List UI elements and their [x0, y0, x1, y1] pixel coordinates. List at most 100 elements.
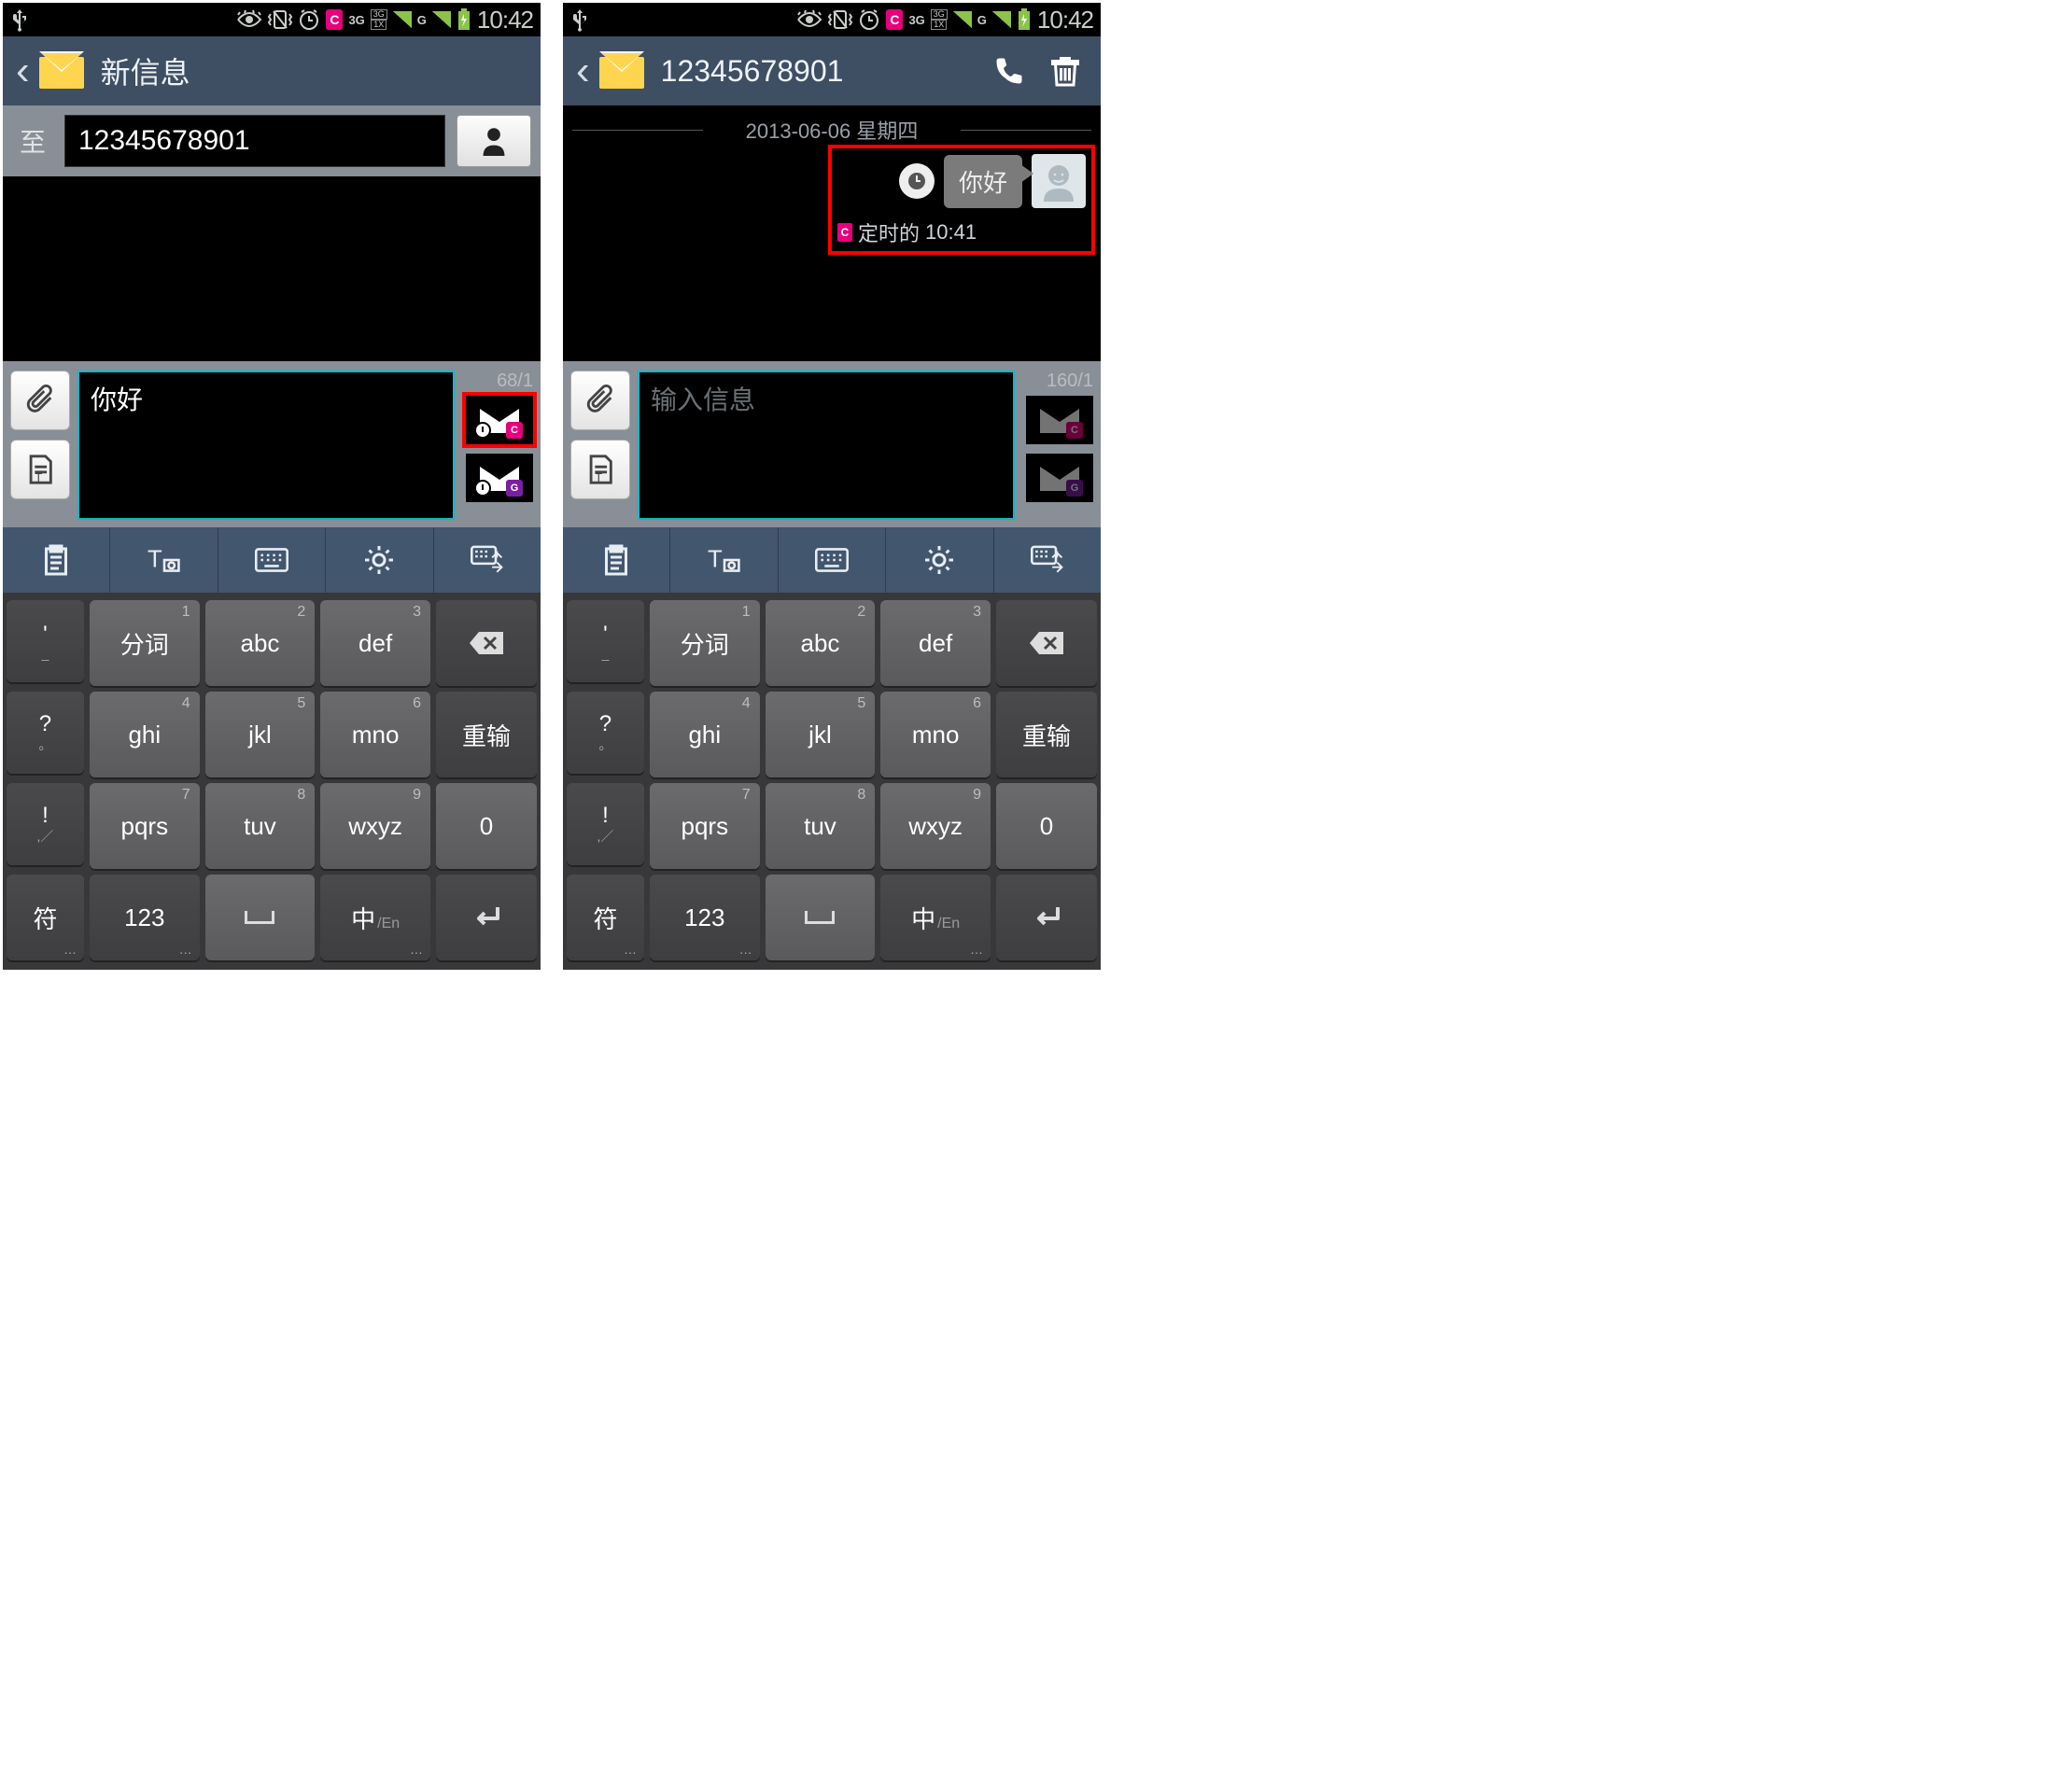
recipient-input[interactable]: 12345678901 — [64, 115, 445, 167]
delete-button[interactable] — [1037, 48, 1093, 94]
template-button[interactable]: T — [570, 440, 630, 499]
key-space[interactable] — [205, 875, 316, 960]
key-2[interactable]: 2abc — [205, 600, 316, 686]
attach-button[interactable] — [570, 371, 630, 430]
network-g-indicator: G — [417, 15, 427, 25]
key-question[interactable]: ?。 — [7, 692, 84, 774]
key-lang[interactable]: 中/En… — [880, 875, 991, 960]
network-3g-indicator: 3G — [908, 15, 924, 25]
send-sim-g-button[interactable]: G — [1026, 454, 1093, 502]
usb-icon — [10, 7, 29, 32]
compose-bar: T 你好 68/1 C G — [3, 361, 541, 527]
key-apostrophe[interactable]: '_ — [7, 600, 84, 682]
compose-input[interactable]: 你好 — [77, 371, 455, 520]
status-bar: C 3G 3G1X G 10:42 — [563, 3, 1101, 36]
date-separator: 2013-06-06 星期四 — [563, 115, 1101, 145]
char-counter: 160/1 — [1047, 371, 1093, 392]
keyboard-toolbar: T — [563, 527, 1101, 593]
key-9[interactable]: 9wxyz — [320, 783, 430, 869]
key-symbol[interactable]: 符… — [567, 875, 644, 960]
key-retype[interactable]: 重输 — [436, 692, 537, 777]
key-6[interactable]: 6mno — [880, 692, 991, 777]
key-4[interactable]: 4ghi — [90, 692, 200, 777]
key-0[interactable]: 0 — [996, 783, 1097, 869]
back-button[interactable]: ‹ — [570, 48, 596, 94]
battery-icon — [457, 8, 471, 31]
key-3[interactable]: 3def — [320, 600, 430, 686]
compose-input[interactable]: 输入信息 — [638, 371, 1015, 520]
key-backspace[interactable] — [436, 600, 537, 686]
kb-keyboard-button[interactable] — [779, 527, 886, 593]
kb-move-button[interactable] — [994, 527, 1101, 593]
send-sim-g-button[interactable]: G — [466, 454, 533, 502]
recipient-label: 至 — [12, 122, 53, 160]
kb-text-camera-button[interactable]: T — [670, 527, 778, 593]
key-2[interactable]: 2abc — [766, 600, 876, 686]
key-retype[interactable]: 重输 — [996, 692, 1097, 777]
key-question[interactable]: ?。 — [567, 692, 644, 774]
key-exclaim[interactable]: !,／ — [567, 783, 644, 865]
key-apostrophe[interactable]: '_ — [567, 600, 644, 682]
recipient-bar: 至 12345678901 — [3, 105, 541, 176]
contact-avatar[interactable] — [1032, 154, 1086, 208]
kb-settings-button[interactable] — [326, 527, 433, 593]
conversation-area[interactable]: 2013-06-06 星期四 你好 C 定时的 10:41 — [563, 105, 1101, 361]
key-space[interactable] — [766, 875, 876, 960]
message-app-icon — [599, 53, 644, 89]
status-time: 10:42 — [1037, 6, 1093, 35]
key-symbol[interactable]: 符… — [7, 875, 84, 960]
key-enter[interactable] — [436, 875, 537, 960]
kb-text-camera-button[interactable]: T — [110, 527, 218, 593]
key-lang[interactable]: 中/En… — [320, 875, 430, 960]
char-counter: 68/1 — [497, 371, 533, 392]
key-0[interactable]: 0 — [436, 783, 537, 869]
key-9[interactable]: 9wxyz — [880, 783, 991, 869]
keyboard: '_ 1分词 2abc 3def ?。 4ghi 5jkl 6mno 重输 !,… — [3, 593, 541, 970]
key-6[interactable]: 6mno — [320, 692, 430, 777]
send-sim-c-button[interactable]: C — [466, 396, 533, 444]
call-button[interactable] — [981, 48, 1037, 94]
key-7[interactable]: 7pqrs — [650, 783, 760, 869]
status-bar: C 3G 3G 1X G 10:42 — [3, 3, 541, 36]
key-1[interactable]: 1分词 — [90, 600, 200, 686]
message-bubble[interactable]: 你好 — [944, 155, 1022, 208]
send-sim-c-button[interactable]: C — [1026, 396, 1093, 444]
signal-bars-1 — [953, 11, 972, 28]
key-5[interactable]: 5jkl — [766, 692, 876, 777]
key-3[interactable]: 3def — [880, 600, 991, 686]
key-4[interactable]: 4ghi — [650, 692, 760, 777]
key-exclaim[interactable]: !,／ — [7, 783, 84, 865]
attach-button[interactable] — [10, 371, 70, 430]
key-7[interactable]: 7pqrs — [90, 783, 200, 869]
svg-text:T: T — [595, 470, 602, 484]
message-app-icon — [39, 53, 84, 89]
phone-left-screenshot: C 3G 3G 1X G 10:42 ‹ 新信息 至 12345678901 — [3, 3, 541, 970]
pick-contact-button[interactable] — [457, 115, 531, 167]
key-1[interactable]: 1分词 — [650, 600, 760, 686]
template-button[interactable]: T — [10, 440, 70, 499]
kb-move-button[interactable] — [434, 527, 541, 593]
key-enter[interactable] — [996, 875, 1097, 960]
signal-bars-2 — [992, 11, 1011, 28]
back-button[interactable]: ‹ — [10, 48, 35, 94]
key-123[interactable]: 123… — [650, 875, 760, 960]
battery-icon — [1017, 8, 1032, 31]
key-8[interactable]: 8tuv — [766, 783, 876, 869]
key-8[interactable]: 8tuv — [205, 783, 316, 869]
phone-right-screenshot: C 3G 3G1X G 10:42 ‹ 12345678901 2013-06-… — [563, 3, 1101, 970]
kb-keyboard-button[interactable] — [218, 527, 326, 593]
svg-text:T: T — [708, 547, 723, 573]
alarm-icon — [858, 8, 880, 31]
kb-clipboard-button[interactable] — [563, 527, 670, 593]
key-123[interactable]: 123… — [90, 875, 200, 960]
key-5[interactable]: 5jkl — [205, 692, 316, 777]
page-title: 新信息 — [101, 49, 533, 92]
kb-settings-button[interactable] — [886, 527, 993, 593]
signal-bars-2 — [432, 11, 451, 28]
sim-c-indicator: C — [326, 9, 343, 30]
key-backspace[interactable] — [996, 600, 1097, 686]
network-g-indicator: G — [977, 15, 987, 25]
kb-clipboard-button[interactable] — [3, 527, 110, 593]
action-bar: ‹ 12345678901 — [563, 36, 1101, 105]
highlighted-message: 你好 C 定时的 10:41 — [828, 145, 1095, 255]
